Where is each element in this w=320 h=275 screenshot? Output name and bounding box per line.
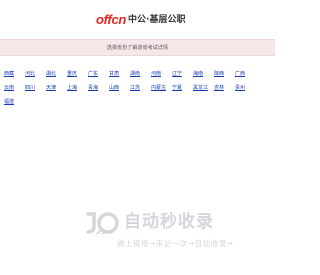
province-link[interactable]: 甘肃 bbox=[109, 70, 130, 77]
province-link[interactable]: 福建 bbox=[4, 98, 25, 105]
notice-text: 选择省份了解该省考试详情 bbox=[106, 45, 169, 51]
province-link[interactable]: 四川 bbox=[25, 84, 46, 91]
province-link[interactable]: 吉林 bbox=[214, 84, 235, 91]
province-link[interactable]: 辽宁 bbox=[172, 70, 193, 77]
province-row-2: 云南 四川 天津 上海 青海 山西 江苏 内蒙古 宁夏 黑龙江 吉林 贵州 bbox=[4, 80, 272, 94]
province-link[interactable]: 陕西 bbox=[214, 70, 235, 77]
offcn-logo[interactable]: offcn 中公·基层公职 bbox=[96, 13, 185, 27]
watermark-subtitle: 做上链接→来访一次→自动收录→ bbox=[117, 239, 234, 248]
province-link[interactable]: 山西 bbox=[109, 84, 130, 91]
province-link[interactable]: 西藏 bbox=[4, 70, 25, 77]
province-link[interactable]: 湖南 bbox=[130, 70, 151, 77]
province-link[interactable]: 广西 bbox=[235, 70, 256, 77]
province-link[interactable]: 黑龙江 bbox=[193, 84, 214, 91]
province-link[interactable]: 河北 bbox=[25, 70, 46, 77]
province-row-1: 西藏 河北 湖北 重庆 广东 甘肃 湖南 河南 辽宁 海南 陕西 广西 bbox=[4, 66, 272, 80]
province-link[interactable]: 重庆 bbox=[67, 70, 88, 77]
province-list: 西藏 河北 湖北 重庆 广东 甘肃 湖南 河南 辽宁 海南 陕西 广西 云南 四… bbox=[4, 66, 272, 108]
logo-offcn-text: offcn bbox=[96, 12, 127, 27]
province-link[interactable]: 贵州 bbox=[235, 84, 256, 91]
province-link[interactable]: 江苏 bbox=[130, 84, 151, 91]
watermark-title: 自动秒收录 bbox=[124, 212, 214, 232]
notice-bar: 选择省份了解该省考试详情 bbox=[0, 39, 275, 56]
province-link[interactable]: 内蒙古 bbox=[151, 84, 172, 91]
province-row-3: 福建 bbox=[4, 94, 272, 108]
rocket-logo-icon bbox=[86, 212, 119, 234]
province-link[interactable]: 湖北 bbox=[46, 70, 67, 77]
province-link[interactable]: 青海 bbox=[88, 84, 109, 91]
province-link[interactable]: 宁夏 bbox=[172, 84, 193, 91]
province-link[interactable]: 河南 bbox=[151, 70, 172, 77]
province-link[interactable]: 天津 bbox=[46, 84, 67, 91]
province-link[interactable]: 上海 bbox=[67, 84, 88, 91]
province-link[interactable]: 云南 bbox=[4, 84, 25, 91]
province-link[interactable]: 广东 bbox=[88, 70, 109, 77]
watermark: 自动秒收录 做上链接→来访一次→自动收录→ bbox=[86, 210, 258, 252]
site-header: offcn 中公·基层公职 bbox=[0, 0, 275, 38]
logo-chinese-text: 中公·基层公职 bbox=[128, 15, 186, 25]
province-link[interactable]: 海南 bbox=[193, 70, 214, 77]
